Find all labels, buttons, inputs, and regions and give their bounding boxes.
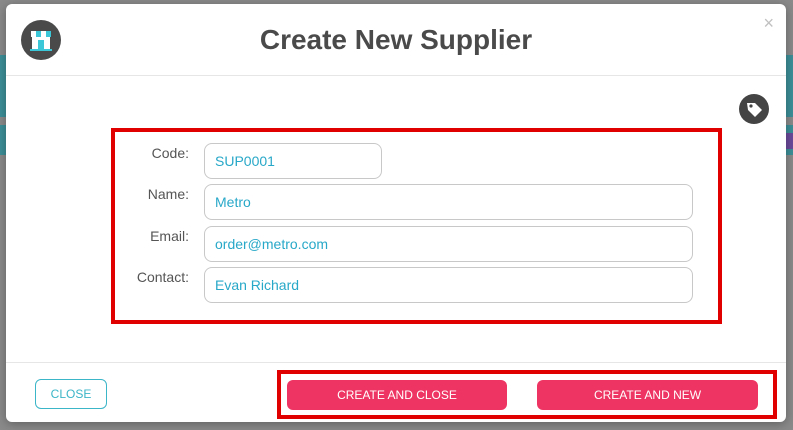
create-and-new-button[interactable]: CREATE AND NEW (537, 380, 758, 410)
contact-label: Contact: (136, 269, 189, 285)
contact-field[interactable] (204, 267, 693, 303)
dialog-title: Create New Supplier (259, 24, 533, 55)
create-supplier-dialog: Create New Supplier × Code: Name: Email:… (6, 4, 786, 422)
code-label: Code: (151, 145, 189, 161)
email-label: Email: (150, 228, 189, 244)
create-and-close-button[interactable]: CREATE AND CLOSE (287, 380, 507, 410)
code-field[interactable] (204, 143, 382, 179)
close-button[interactable]: CLOSE (35, 379, 107, 409)
close-icon[interactable]: × (763, 14, 774, 32)
name-field[interactable] (204, 184, 693, 220)
tag-icon[interactable] (739, 94, 769, 124)
background-accent (785, 133, 793, 149)
name-label: Name: (147, 186, 189, 202)
email-field[interactable] (204, 226, 693, 262)
dialog-header: Create New Supplier × (6, 4, 786, 76)
